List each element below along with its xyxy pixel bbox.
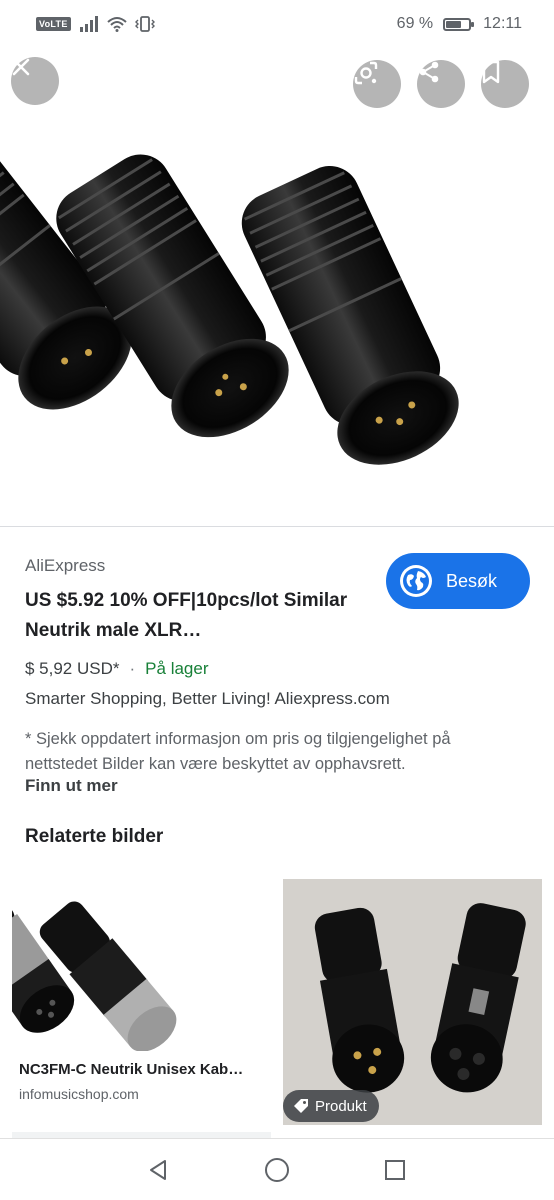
vibrate-icon <box>134 16 155 32</box>
battery-icon <box>443 17 475 31</box>
home-button[interactable] <box>262 1155 292 1185</box>
tag-icon <box>294 1099 308 1113</box>
related-card-domain: infomusicshop.com <box>19 1086 139 1102</box>
home-icon <box>265 1158 289 1182</box>
close-icon <box>12 58 30 76</box>
availability: På lager <box>145 659 209 678</box>
separator: · <box>129 659 136 678</box>
recents-button[interactable] <box>380 1155 410 1185</box>
back-icon <box>150 1160 166 1180</box>
visit-button-label: Besøk <box>446 570 498 591</box>
hero-image[interactable] <box>0 48 554 526</box>
bookmark-icon <box>482 60 500 84</box>
signal-icon <box>79 16 98 32</box>
status-right: 69 % 12:11 <box>397 15 522 33</box>
wifi-icon <box>107 17 127 32</box>
product-badge-label: Produkt <box>315 1097 367 1115</box>
related-card[interactable]: Produkt <box>283 879 542 1125</box>
divider <box>0 526 554 527</box>
back-button[interactable] <box>143 1155 173 1185</box>
status-left: VoLTE <box>36 16 155 32</box>
battery-fill <box>446 20 462 28</box>
related-card[interactable]: NC3FM-C Neutrik Unisex Kab… infomusicsho… <box>12 879 271 1125</box>
result-title[interactable]: US $5.92 10% OFF|10pcs/lot Similar Neutr… <box>25 586 355 646</box>
clock: 12:11 <box>483 15 522 32</box>
related-image <box>12 879 271 1051</box>
globe-icon <box>400 565 432 597</box>
close-button[interactable] <box>11 57 59 105</box>
lens-icon <box>354 61 378 85</box>
related-card-title: NC3FM-C Neutrik Unisex Kab… <box>19 1061 244 1078</box>
price-row: $ 5,92 USD* · På lager <box>25 659 209 679</box>
learn-more-link[interactable]: Finn ut mer <box>25 776 118 796</box>
status-bar: VoLTE 69 % 12:11 <box>0 0 554 48</box>
visit-button[interactable]: Besøk <box>386 553 530 609</box>
related-heading: Relaterte bilder <box>25 826 164 847</box>
recents-icon <box>385 1160 405 1180</box>
related-image <box>283 879 542 1125</box>
battery-percent: 69 % <box>396 15 434 32</box>
xlr-connectors-image <box>0 134 459 465</box>
share-icon <box>419 61 439 83</box>
bookmark-button[interactable] <box>481 60 529 108</box>
price: $ 5,92 USD* <box>25 659 120 678</box>
lens-button[interactable] <box>353 60 401 108</box>
share-button[interactable] <box>417 60 465 108</box>
product-badge: Produkt <box>283 1090 379 1122</box>
result-source: AliExpress <box>25 556 106 575</box>
disclaimer: * Sjekk oppdatert informasjon om pris og… <box>25 730 451 773</box>
result-description: Smarter Shopping, Better Living! Aliexpr… <box>25 689 390 708</box>
volte-icon: VoLTE <box>36 17 71 31</box>
navigation-bar <box>0 1138 554 1200</box>
